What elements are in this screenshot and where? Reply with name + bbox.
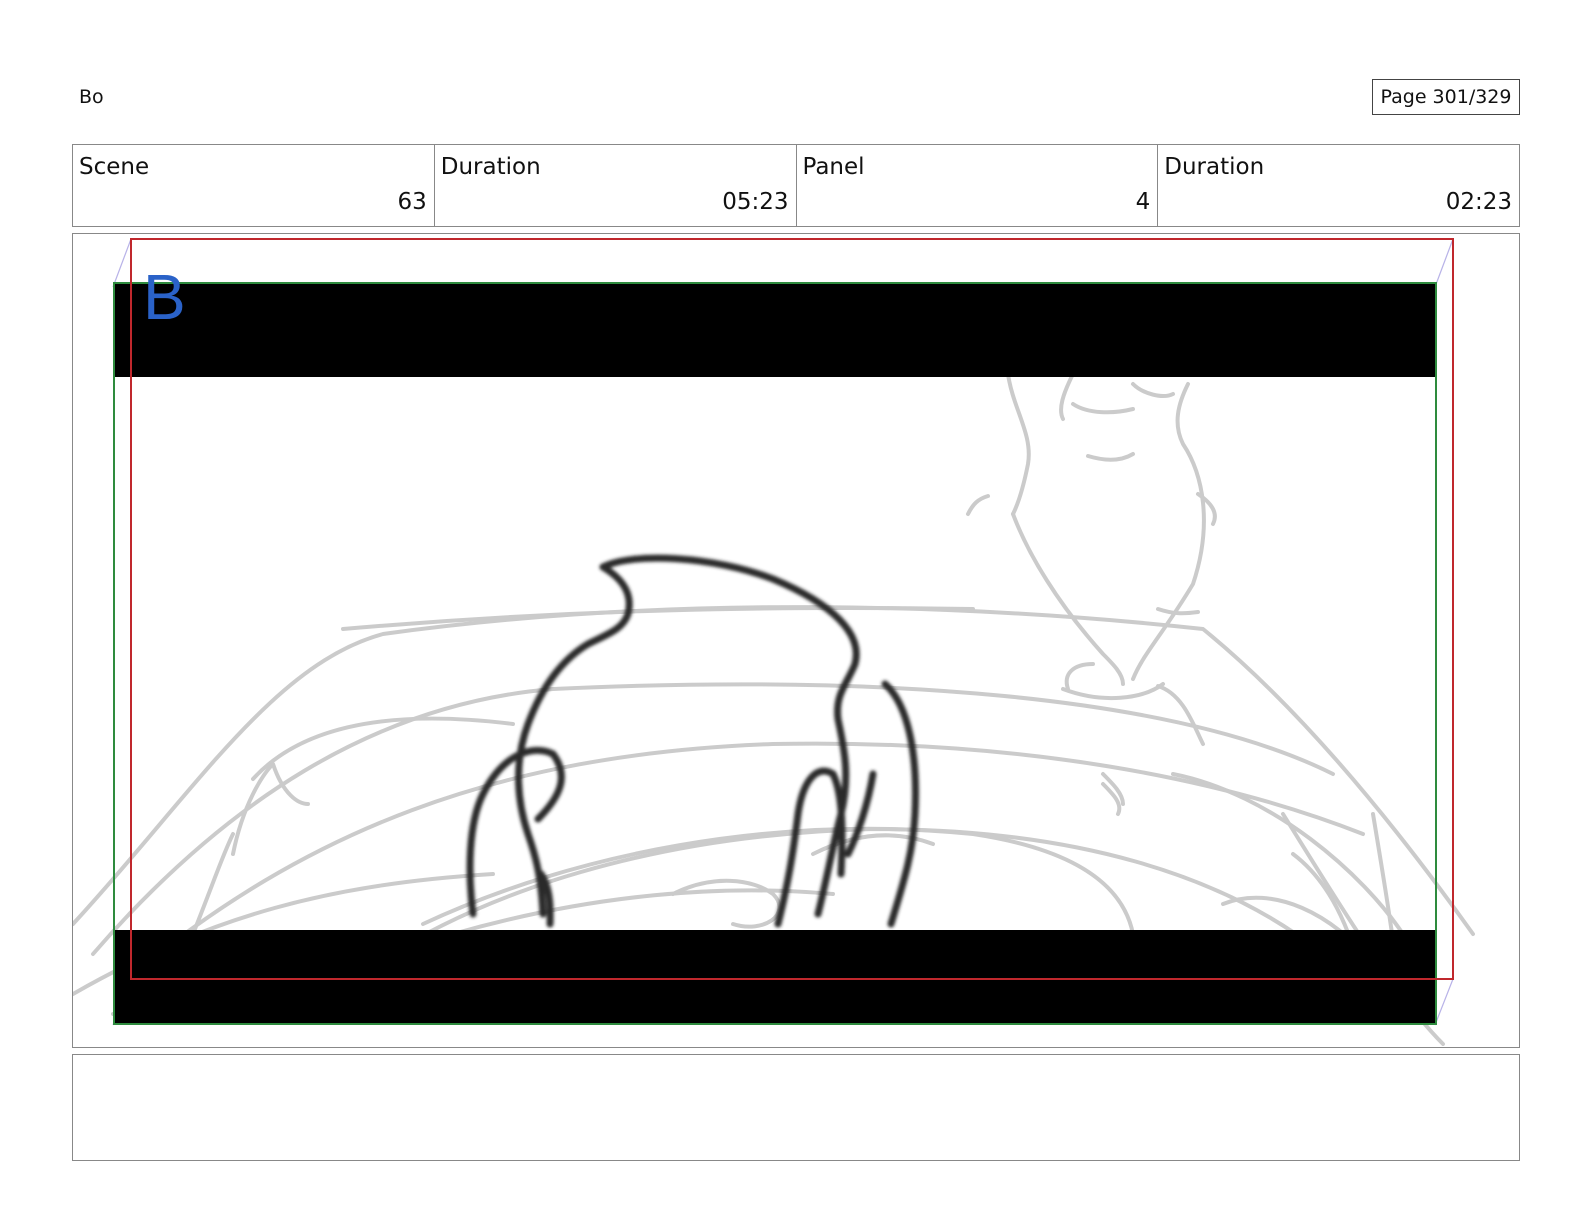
foreground-sketch [466, 554, 919, 928]
layer-letter: B [143, 261, 186, 333]
panel-cell: Panel 4 [797, 145, 1159, 226]
panel-drawing: B [73, 238, 1475, 1046]
letterbox-bottom [115, 930, 1435, 1023]
panel-value: 4 [1135, 189, 1151, 215]
panel-duration-label: Duration [1164, 154, 1265, 180]
camera-frame [113, 282, 1437, 1025]
scene-duration-value: 05:23 [722, 189, 789, 215]
scene-label: Scene [79, 154, 150, 180]
scene-duration-cell: Duration 05:23 [435, 145, 797, 226]
info-table: Scene 63 Duration 05:23 Panel 4 Duration… [72, 144, 1520, 227]
notes-box [72, 1054, 1520, 1161]
page-number: Page 301/329 [1372, 79, 1520, 115]
panel-label: Panel [802, 154, 865, 180]
project-title: Bo [79, 86, 104, 108]
scene-cell: Scene 63 [73, 145, 435, 226]
storyboard-panel: B [72, 233, 1520, 1048]
scene-duration-label: Duration [440, 154, 541, 180]
panel-duration-cell: Duration 02:23 [1158, 145, 1519, 226]
scene-value: 63 [397, 189, 427, 215]
letterbox-top [115, 284, 1435, 377]
panel-duration-value: 02:23 [1445, 189, 1512, 215]
